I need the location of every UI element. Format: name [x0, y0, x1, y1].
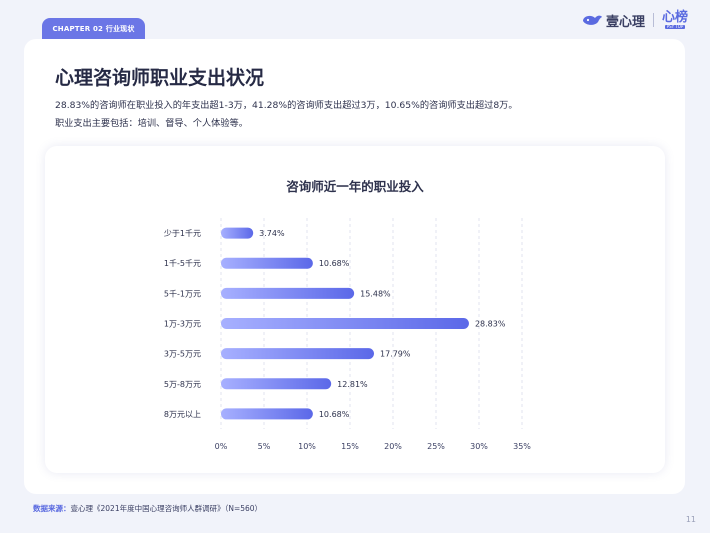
category-label: 5千-1万元	[164, 288, 201, 298]
category-label: 3万-5万元	[164, 350, 201, 359]
description-line-1: 28.83%的咨询师在职业投入的年支出超1-3万，41.28%的咨询师支出超过3…	[55, 100, 518, 111]
data-label: 12.81%	[337, 380, 368, 389]
bar	[221, 378, 332, 390]
bar-chart: 0% 5% 10% 15% 20% 25% 30% 35% 少于1千元 3.74% 1千-5千元 10…	[164, 218, 531, 451]
x-tick-label: 20%	[384, 442, 402, 451]
chapter-tab: CHAPTER 02 行业现状	[42, 18, 145, 39]
chart-card: 咨询师近一年的职业投入 0% 5% 10% 15% 20% 25% 30% 35% 少于1千元 3…	[45, 146, 665, 473]
brand2-subtitle: PSY TOP	[664, 24, 686, 29]
category-label: 8万元以上	[164, 410, 201, 419]
x-tick-label: 0%	[215, 442, 228, 451]
x-tick-label: 5%	[258, 442, 271, 451]
bar	[221, 287, 355, 299]
data-label: 15.48%	[360, 289, 391, 298]
data-source: 数据来源：壹心理《2021年度中国心理咨询师人群调研》（N=560）	[33, 503, 262, 514]
bar	[221, 408, 313, 420]
category-label: 1万-3万元	[164, 320, 201, 329]
category-label: 少于1千元	[164, 228, 201, 238]
whale-icon	[582, 15, 602, 25]
page-title: 心理咨询师职业支出状况	[55, 67, 265, 89]
brand2-logo: 心榜 PSY TOP	[662, 11, 688, 29]
bar	[221, 318, 469, 329]
description: 28.83%的咨询师在职业投入的年支出超1-3万，41.28%的咨询师支出超过3…	[55, 97, 518, 133]
description-line-2: 职业支出主要包括：培训、督导、个人体验等。	[55, 118, 248, 129]
data-source-label: 数据来源：	[33, 504, 71, 513]
brand-logo: 壹心理	[581, 11, 645, 30]
x-tick-label: 15%	[341, 442, 359, 451]
data-label: 10.68%	[319, 410, 350, 419]
brand-header: 壹心理 心榜 PSY TOP	[581, 8, 688, 32]
data-label: 17.79%	[380, 350, 411, 359]
data-source-text: 壹心理《2021年度中国心理咨询师人群调研》（N=560）	[70, 504, 263, 513]
x-tick-label: 30%	[470, 442, 488, 451]
bar	[221, 227, 254, 239]
category-label: 1千-5千元	[164, 258, 201, 268]
bar	[221, 348, 374, 360]
page-number: 11	[685, 515, 696, 524]
brand-divider	[652, 13, 654, 27]
x-tick-label: 25%	[427, 442, 445, 451]
category-label: 5万-8万元	[164, 380, 201, 389]
x-tick-label: 35%	[513, 442, 531, 451]
data-label: 3.74%	[259, 229, 285, 238]
bar	[221, 257, 313, 269]
data-label: 28.83%	[475, 320, 506, 329]
brand-name: 壹心理	[605, 14, 645, 30]
brand2-name: 心榜	[661, 10, 688, 25]
data-label: 10.68%	[319, 259, 350, 268]
x-tick-label: 10%	[298, 442, 316, 451]
